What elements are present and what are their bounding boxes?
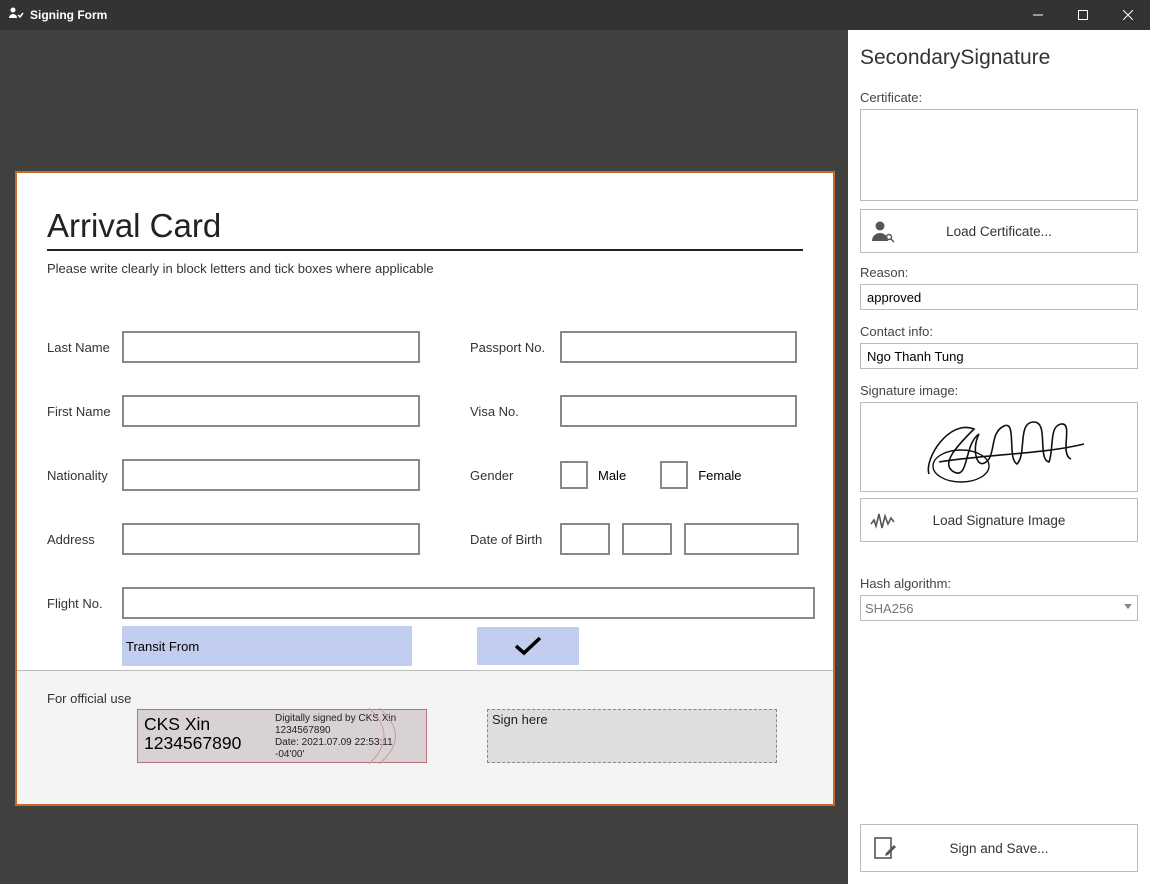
titlebar: Signing Form (0, 0, 1150, 30)
contact-label: Contact info: (860, 324, 1138, 339)
signature-scribble-icon (899, 404, 1099, 490)
document-title: Arrival Card (47, 207, 803, 251)
sig-image-label: Signature image: (860, 383, 1138, 398)
maximize-button[interactable] (1060, 0, 1105, 30)
window-title: Signing Form (30, 8, 107, 22)
signature-arc-decor (364, 708, 434, 764)
hash-label: Hash algorithm: (860, 576, 1138, 591)
hash-algorithm-select[interactable] (860, 595, 1138, 621)
reason-label: Reason: (860, 265, 1138, 280)
load-certificate-button[interactable]: Load Certificate... (860, 209, 1138, 253)
contact-field[interactable] (860, 343, 1138, 369)
passport-no-label: Passport No. (470, 340, 560, 355)
app-icon (8, 6, 24, 25)
first-name-field[interactable] (122, 395, 420, 427)
document-pen-icon (861, 835, 909, 861)
minimize-button[interactable] (1015, 0, 1060, 30)
certificate-label: Certificate: (860, 90, 1138, 105)
gender-male-label: Male (598, 468, 626, 483)
pdf-page: Arrival Card Please write clearly in blo… (15, 171, 835, 806)
dob-year-field[interactable] (684, 523, 799, 555)
gender-female-label: Female (698, 468, 741, 483)
transit-from-field[interactable]: Transit From (122, 626, 412, 666)
person-key-icon (861, 219, 905, 243)
document-subtitle: Please write clearly in block letters an… (47, 261, 803, 276)
address-field[interactable] (122, 523, 420, 555)
existing-signature[interactable]: CKS Xin 1234567890 Digitally signed by C… (137, 709, 427, 763)
visa-no-label: Visa No. (470, 404, 560, 419)
gender-male-checkbox[interactable] (560, 461, 588, 489)
last-name-label: Last Name (47, 340, 122, 355)
nationality-field[interactable] (122, 459, 420, 491)
nationality-label: Nationality (47, 468, 122, 483)
last-name-field[interactable] (122, 331, 420, 363)
reason-field[interactable] (860, 284, 1138, 310)
gender-female-checkbox[interactable] (660, 461, 688, 489)
first-name-label: First Name (47, 404, 122, 419)
transit-check-field[interactable] (477, 627, 579, 665)
passport-no-field[interactable] (560, 331, 797, 363)
signature-image-preview (860, 402, 1138, 492)
sig-number: 1234567890 (144, 733, 273, 754)
gender-label: Gender (470, 468, 560, 483)
flight-no-field[interactable] (122, 587, 815, 619)
sidebar: SecondarySignature Certificate: Load Cer… (848, 30, 1150, 884)
close-button[interactable] (1105, 0, 1150, 30)
sig-name: CKS Xin (144, 714, 273, 735)
waveform-icon (861, 510, 905, 530)
sidebar-title: SecondarySignature (860, 46, 1138, 70)
dob-month-field[interactable] (622, 523, 672, 555)
certificate-field[interactable] (860, 109, 1138, 201)
sign-here-placeholder[interactable]: Sign here (487, 709, 777, 763)
document-viewport[interactable]: Arrival Card Please write clearly in blo… (0, 30, 848, 884)
check-icon (513, 635, 543, 657)
address-label: Address (47, 532, 122, 547)
dob-day-field[interactable] (560, 523, 610, 555)
load-signature-image-button[interactable]: Load Signature Image (860, 498, 1138, 542)
chevron-down-icon (1124, 604, 1132, 610)
official-use-label: For official use (47, 691, 131, 706)
dob-label: Date of Birth (470, 532, 560, 547)
visa-no-field[interactable] (560, 395, 797, 427)
sign-and-save-button[interactable]: Sign and Save... (860, 824, 1138, 872)
flight-no-label: Flight No. (47, 596, 122, 611)
